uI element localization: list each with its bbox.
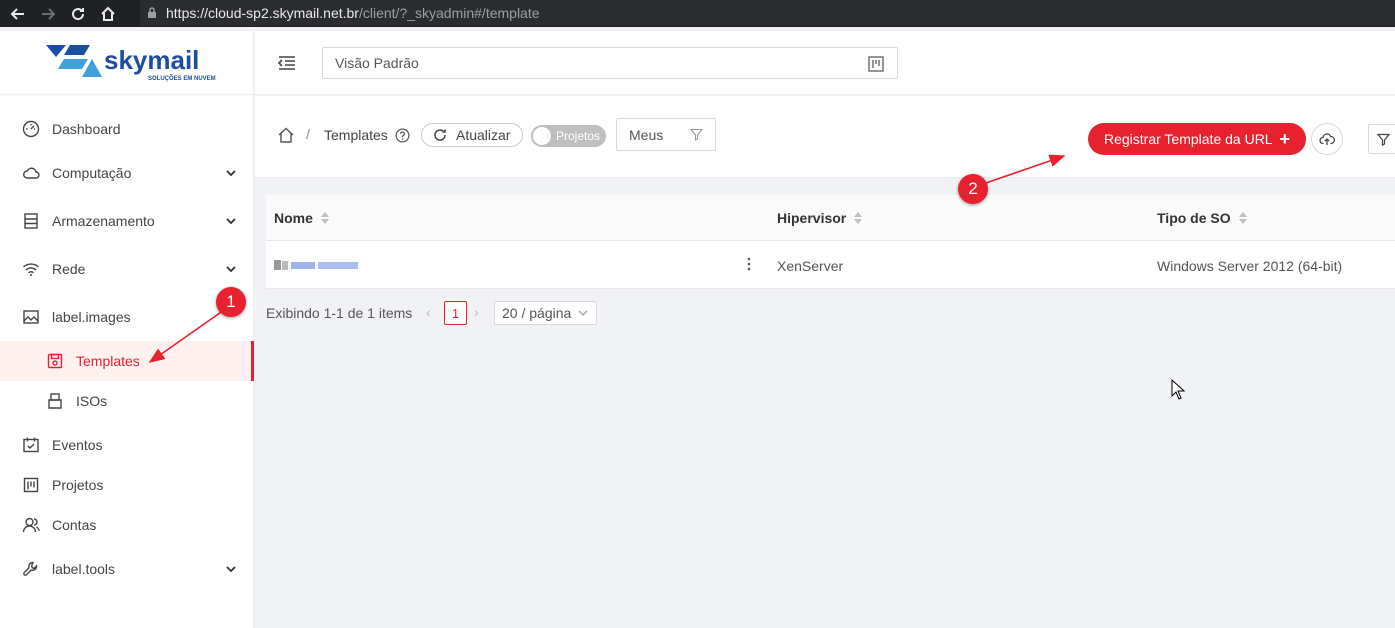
sidebar-item-label: Computação bbox=[52, 165, 132, 181]
question-circle-icon[interactable] bbox=[395, 128, 410, 143]
save-icon bbox=[46, 352, 64, 370]
sidebar-item-templates[interactable]: Templates bbox=[0, 341, 254, 381]
sidebar-item-label: label.images bbox=[52, 309, 131, 325]
sidebar-item-label: Contas bbox=[52, 517, 97, 533]
dashboard-icon bbox=[22, 120, 40, 138]
table-row[interactable]: XenServer Windows Server 2012 (64-bit) bbox=[266, 241, 1395, 289]
more-vertical-icon[interactable] bbox=[746, 256, 752, 272]
sidebar-item-isos[interactable]: ISOs bbox=[0, 381, 254, 421]
toggle-knob bbox=[533, 127, 551, 145]
cloud-upload-icon bbox=[1319, 133, 1335, 145]
filter-select[interactable]: Meus bbox=[616, 118, 716, 151]
cell-os-type: Windows Server 2012 (64-bit) bbox=[1157, 258, 1343, 274]
projects-toggle[interactable]: Projetos bbox=[531, 125, 606, 147]
chevron-down-icon bbox=[226, 170, 236, 177]
view-selector[interactable]: Visão Padrão bbox=[322, 47, 898, 79]
column-header-name[interactable]: Nome bbox=[274, 210, 329, 226]
refresh-button[interactable]: Atualizar bbox=[421, 123, 523, 147]
page-button-current[interactable]: 1 bbox=[444, 301, 467, 325]
filter-button[interactable] bbox=[1368, 124, 1395, 154]
sidebar-item-dashboard[interactable]: Dashboard bbox=[0, 109, 254, 149]
plus-icon: + bbox=[1279, 129, 1290, 149]
sidebar-item-eventos[interactable]: Eventos bbox=[0, 425, 254, 465]
annotation-badge-2: 2 bbox=[958, 174, 988, 204]
upload-button[interactable] bbox=[1311, 123, 1343, 155]
home-browser-icon[interactable] bbox=[96, 2, 120, 26]
sidebar-item-label: ISOs bbox=[76, 393, 108, 409]
sidebar-item-label: Templates bbox=[76, 353, 140, 369]
sidebar: skymail SOLUÇÕES EM NUVEM Dashboard Comp… bbox=[0, 31, 254, 628]
sidebar-item-label: Eventos bbox=[52, 437, 103, 453]
chevron-down-icon bbox=[578, 310, 588, 316]
tool-icon bbox=[22, 560, 40, 578]
sidebar-item-armazenamento[interactable]: Armazenamento bbox=[0, 201, 254, 241]
chevron-down-icon bbox=[226, 566, 236, 573]
top-header: Visão Padrão bbox=[255, 31, 1395, 95]
toggle-label: Projetos bbox=[556, 129, 601, 143]
templates-table: Nome Hipervisor Tipo de SO XenServer Win… bbox=[266, 195, 1395, 289]
sort-icon bbox=[1238, 212, 1247, 224]
sidebar-item-contas[interactable]: Contas bbox=[0, 505, 254, 545]
filter-icon bbox=[690, 128, 703, 141]
reload-icon[interactable] bbox=[66, 2, 90, 26]
project-icon bbox=[868, 56, 884, 72]
project-icon bbox=[22, 476, 40, 494]
chevron-down-icon bbox=[226, 218, 236, 225]
sidebar-item-label: Projetos bbox=[52, 477, 104, 493]
chevron-right-icon[interactable]: › bbox=[474, 304, 479, 320]
sidebar-item-label: Rede bbox=[52, 261, 86, 277]
schedule-icon bbox=[22, 436, 40, 454]
annotation-badge-1: 1 bbox=[216, 287, 246, 317]
column-header-os-type[interactable]: Tipo de SO bbox=[1157, 210, 1247, 226]
sort-icon bbox=[854, 212, 863, 224]
forward-icon[interactable] bbox=[36, 2, 60, 26]
home-icon[interactable] bbox=[277, 126, 295, 144]
breadcrumb: Templates bbox=[324, 127, 388, 143]
filter-icon bbox=[1376, 133, 1390, 146]
wifi-icon bbox=[22, 260, 40, 278]
usb-icon bbox=[46, 392, 64, 410]
sidebar-item-computacao[interactable]: Computação bbox=[0, 153, 254, 193]
team-icon bbox=[22, 516, 40, 534]
url-text: https://cloud-sp2.skymail.net.br/client/… bbox=[166, 5, 540, 21]
register-template-url-button[interactable]: Registrar Template da URL + bbox=[1088, 123, 1306, 155]
sidebar-item-projetos[interactable]: Projetos bbox=[0, 465, 254, 505]
sidebar-item-label: label.tools bbox=[52, 561, 116, 577]
logo-name: skymail bbox=[104, 45, 200, 75]
register-button-label: Registrar Template da URL bbox=[1104, 131, 1273, 147]
database-icon bbox=[22, 212, 40, 230]
pagination-info: Exibindo 1-1 de 1 items bbox=[266, 305, 413, 321]
address-bar[interactable]: https://cloud-sp2.skymail.net.br/client/… bbox=[140, 0, 1395, 26]
filter-select-value: Meus bbox=[629, 126, 664, 143]
sidebar-item-rede[interactable]: Rede bbox=[0, 249, 254, 289]
mouse-cursor-icon bbox=[1171, 379, 1185, 400]
cloud-icon bbox=[22, 164, 40, 182]
chevron-down-icon bbox=[226, 266, 236, 273]
column-header-hypervisor[interactable]: Hipervisor bbox=[777, 210, 863, 226]
breadcrumb-separator: / bbox=[306, 126, 310, 142]
page-size-value: 20 / página bbox=[502, 305, 572, 321]
chevron-left-icon[interactable]: ‹ bbox=[426, 304, 431, 320]
cell-hypervisor: XenServer bbox=[777, 258, 844, 274]
lock-icon bbox=[148, 7, 156, 18]
redacted-template-name[interactable] bbox=[274, 259, 364, 271]
browser-toolbar: https://cloud-sp2.skymail.net.br/client/… bbox=[0, 0, 1395, 27]
sidebar-item-label: Armazenamento bbox=[52, 213, 155, 229]
logo[interactable]: skymail SOLUÇÕES EM NUVEM bbox=[0, 31, 253, 95]
menu-fold-icon[interactable] bbox=[277, 53, 297, 73]
sidebar-item-label: Dashboard bbox=[52, 121, 121, 137]
picture-icon bbox=[22, 308, 40, 326]
page-toolbar: / Templates Atualizar Projetos Meus Regi… bbox=[255, 96, 1395, 178]
sort-icon bbox=[320, 212, 329, 224]
reload-icon bbox=[434, 129, 446, 141]
refresh-label: Atualizar bbox=[456, 127, 511, 143]
back-icon[interactable] bbox=[6, 2, 30, 26]
page-size-select[interactable]: 20 / página bbox=[494, 301, 597, 325]
logo-tagline: SOLUÇÕES EM NUVEM bbox=[148, 76, 216, 82]
table-header: Nome Hipervisor Tipo de SO bbox=[266, 195, 1395, 241]
view-selector-label: Visão Padrão bbox=[335, 55, 419, 71]
sidebar-item-tools[interactable]: label.tools bbox=[0, 549, 254, 589]
